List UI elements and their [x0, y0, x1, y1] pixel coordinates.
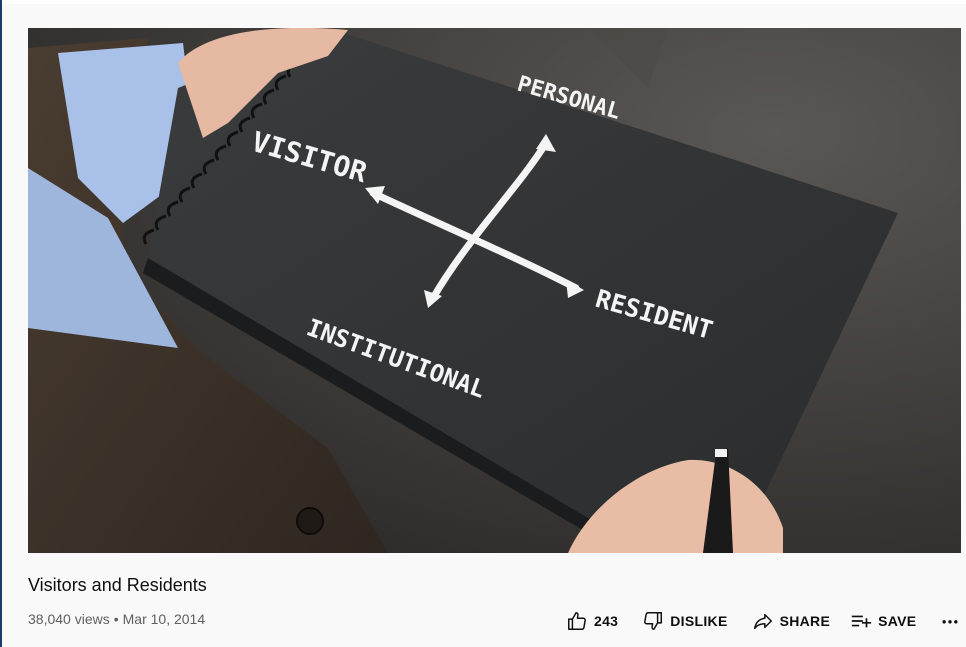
- more-actions-button[interactable]: [936, 606, 964, 636]
- marker-tip: [715, 449, 727, 457]
- jacket-button: [296, 507, 324, 535]
- share-arrow-icon: [753, 613, 772, 630]
- upload-date: Mar 10, 2014: [122, 611, 206, 627]
- meta-separator: •: [113, 611, 119, 627]
- save-label: SAVE: [878, 613, 917, 629]
- thumbs-up-icon: [568, 612, 586, 630]
- video-frame: PERSONAL VISITOR RESIDENT INSTITUTIONAL: [28, 28, 961, 553]
- share-button[interactable]: SHARE: [746, 606, 837, 636]
- share-label: SHARE: [779, 613, 831, 629]
- video-title: Visitors and Residents: [28, 575, 207, 595]
- playlist-add-icon: [851, 615, 872, 628]
- like-count: 243: [594, 613, 619, 629]
- video-meta: 38,040 views • Mar 10, 2014: [28, 611, 205, 627]
- video-player[interactable]: PERSONAL VISITOR RESIDENT INSTITUTIONAL: [28, 28, 961, 553]
- more-horizontal-icon: [942, 620, 958, 624]
- top-strip: [0, 0, 966, 4]
- view-count: 38,040 views: [28, 611, 110, 627]
- watch-page: PERSONAL VISITOR RESIDENT INSTITUTIONAL …: [0, 0, 966, 647]
- action-bar: 243 DISLIKE SHARE SAVE: [560, 606, 964, 636]
- dislike-button[interactable]: DISLIKE: [636, 606, 733, 636]
- save-button[interactable]: SAVE: [844, 606, 922, 636]
- window-edge: [0, 0, 2, 647]
- thumbs-down-icon: [644, 612, 663, 630]
- dislike-label: DISLIKE: [670, 613, 728, 629]
- like-button[interactable]: 243: [560, 606, 624, 636]
